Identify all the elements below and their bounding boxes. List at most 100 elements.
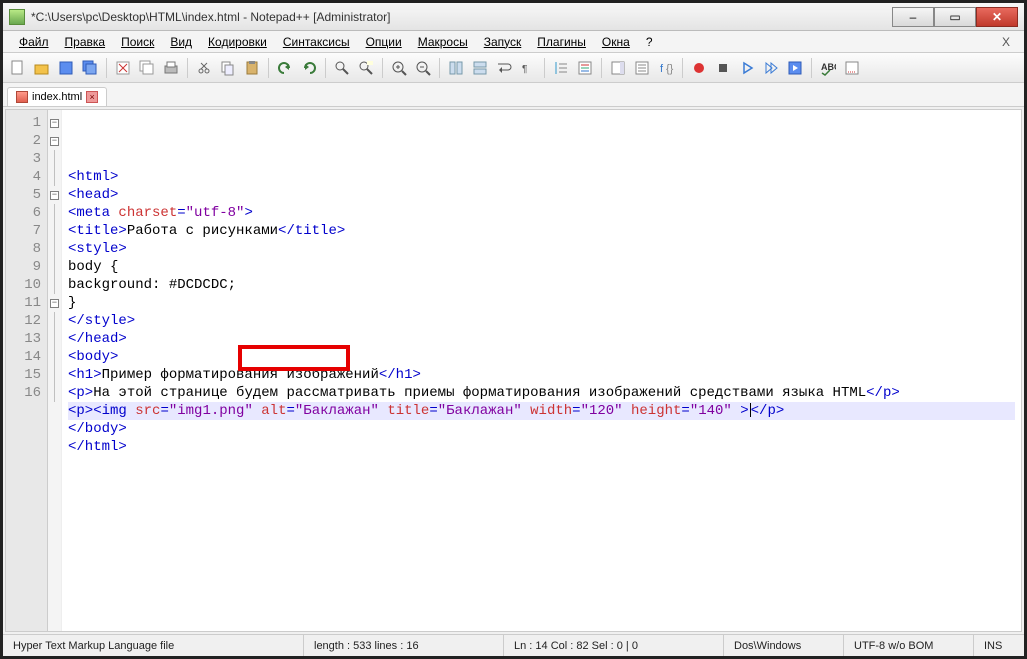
doc-list-icon[interactable] — [631, 57, 653, 79]
stop-icon[interactable] — [712, 57, 734, 79]
fold-cell — [48, 240, 61, 258]
record-icon[interactable] — [688, 57, 710, 79]
editor[interactable]: 12345678910111213141516 −−−− <html><head… — [5, 109, 1022, 632]
fold-minus-icon[interactable]: − — [50, 119, 59, 128]
line-number: 12 — [6, 312, 41, 330]
line-number: 11 — [6, 294, 41, 312]
new-file-icon[interactable] — [7, 57, 29, 79]
zoom-out-icon[interactable] — [412, 57, 434, 79]
code-line[interactable]: } — [68, 294, 1015, 312]
cut-icon[interactable] — [193, 57, 215, 79]
menu-language[interactable]: Синтаксисы — [275, 33, 358, 51]
menu-search[interactable]: Поиск — [113, 33, 162, 51]
menu-plugins[interactable]: Плагины — [529, 33, 594, 51]
zoom-in-icon[interactable] — [388, 57, 410, 79]
tab-index-html[interactable]: index.html × — [7, 87, 107, 106]
tab-close-icon[interactable]: × — [86, 91, 98, 103]
line-number: 3 — [6, 150, 41, 168]
fold-minus-icon[interactable]: − — [50, 299, 59, 308]
code-line[interactable]: <style> — [68, 240, 1015, 258]
status-eol: Dos\Windows — [724, 635, 844, 656]
close-button[interactable]: ✕ — [976, 7, 1018, 27]
code-line[interactable]: <title>Работа с рисунками</title> — [68, 222, 1015, 240]
menu-edit[interactable]: Правка — [57, 33, 114, 51]
menu-help[interactable]: ? — [638, 33, 661, 51]
menu-file[interactable]: Файл — [11, 33, 57, 51]
code-line[interactable]: background: #DCDCDC; — [68, 276, 1015, 294]
code-line[interactable]: <body> — [68, 348, 1015, 366]
code-line[interactable]: body { — [68, 258, 1015, 276]
code-line[interactable]: <meta charset="utf-8"> — [68, 204, 1015, 222]
fold-cell — [48, 312, 61, 330]
toolbar: ¶ f{} ABC — [3, 53, 1024, 83]
close-file-icon[interactable] — [112, 57, 134, 79]
fold-minus-icon[interactable]: − — [50, 137, 59, 146]
menu-window[interactable]: Окна — [594, 33, 638, 51]
save-icon[interactable] — [55, 57, 77, 79]
code-line[interactable]: </html> — [68, 438, 1015, 456]
minimize-button[interactable]: – — [892, 7, 934, 27]
play-multi-icon[interactable] — [760, 57, 782, 79]
sync-h-icon[interactable] — [469, 57, 491, 79]
line-number: 9 — [6, 258, 41, 276]
menu-encoding[interactable]: Кодировки — [200, 33, 275, 51]
spellcheck-icon[interactable]: ABC — [817, 57, 839, 79]
spellcheck-next-icon[interactable] — [841, 57, 863, 79]
line-number-gutter: 12345678910111213141516 — [6, 110, 48, 631]
fold-cell — [48, 258, 61, 276]
code-line[interactable]: <p><img src="img1.png" alt="Баклажан" ti… — [68, 402, 1015, 420]
titlebar: *C:\Users\pc\Desktop\HTML\index.html - N… — [3, 3, 1024, 31]
menu-macro[interactable]: Макросы — [410, 33, 476, 51]
fold-column: − − − − — [48, 110, 62, 631]
code-line[interactable]: <h1>Пример форматирования изображений</h… — [68, 366, 1015, 384]
replace-icon[interactable] — [355, 57, 377, 79]
save-macro-icon[interactable] — [784, 57, 806, 79]
open-file-icon[interactable] — [31, 57, 53, 79]
code-line[interactable]: </body> — [68, 420, 1015, 438]
line-number: 4 — [6, 168, 41, 186]
paste-icon[interactable] — [241, 57, 263, 79]
menu-run[interactable]: Запуск — [476, 33, 530, 51]
status-length: length : 533 lines : 16 — [304, 635, 504, 656]
menu-view[interactable]: Вид — [162, 33, 200, 51]
maximize-button[interactable]: ▭ — [934, 7, 976, 27]
status-position: Ln : 14 Col : 82 Sel : 0 | 0 — [504, 635, 724, 656]
line-number: 7 — [6, 222, 41, 240]
fold-cell: − — [48, 294, 61, 312]
app-icon — [9, 9, 25, 25]
play-icon[interactable] — [736, 57, 758, 79]
func-list-icon[interactable]: f{} — [655, 57, 677, 79]
fold-cell — [48, 150, 61, 168]
tab-label: index.html — [32, 91, 82, 103]
wrap-icon[interactable] — [493, 57, 515, 79]
indent-guide-icon[interactable] — [550, 57, 572, 79]
code-line[interactable]: <head> — [68, 186, 1015, 204]
find-icon[interactable] — [331, 57, 353, 79]
code-line[interactable]: <p>На этой странице будем рассматривать … — [68, 384, 1015, 402]
fold-cell — [48, 222, 61, 240]
file-modified-icon — [16, 91, 28, 103]
status-language: Hyper Text Markup Language file — [3, 635, 304, 656]
code-line[interactable]: </head> — [68, 330, 1015, 348]
all-chars-icon[interactable]: ¶ — [517, 57, 539, 79]
line-number: 13 — [6, 330, 41, 348]
fold-minus-icon[interactable]: − — [50, 191, 59, 200]
menu-close-x[interactable]: X — [996, 35, 1016, 49]
code-line[interactable]: </style> — [68, 312, 1015, 330]
doc-map-icon[interactable] — [607, 57, 629, 79]
redo-icon[interactable] — [298, 57, 320, 79]
copy-icon[interactable] — [217, 57, 239, 79]
print-icon[interactable] — [160, 57, 182, 79]
menu-settings[interactable]: Опции — [358, 33, 410, 51]
code-line[interactable]: <html> — [68, 168, 1015, 186]
fold-cell: − — [48, 114, 61, 132]
undo-icon[interactable] — [274, 57, 296, 79]
tabbar: index.html × — [3, 83, 1024, 107]
udl-icon[interactable] — [574, 57, 596, 79]
line-number: 10 — [6, 276, 41, 294]
code-area[interactable]: <html><head><meta charset="utf-8"><title… — [62, 110, 1021, 631]
sync-v-icon[interactable] — [445, 57, 467, 79]
close-all-icon[interactable] — [136, 57, 158, 79]
fold-cell — [48, 348, 61, 366]
save-all-icon[interactable] — [79, 57, 101, 79]
